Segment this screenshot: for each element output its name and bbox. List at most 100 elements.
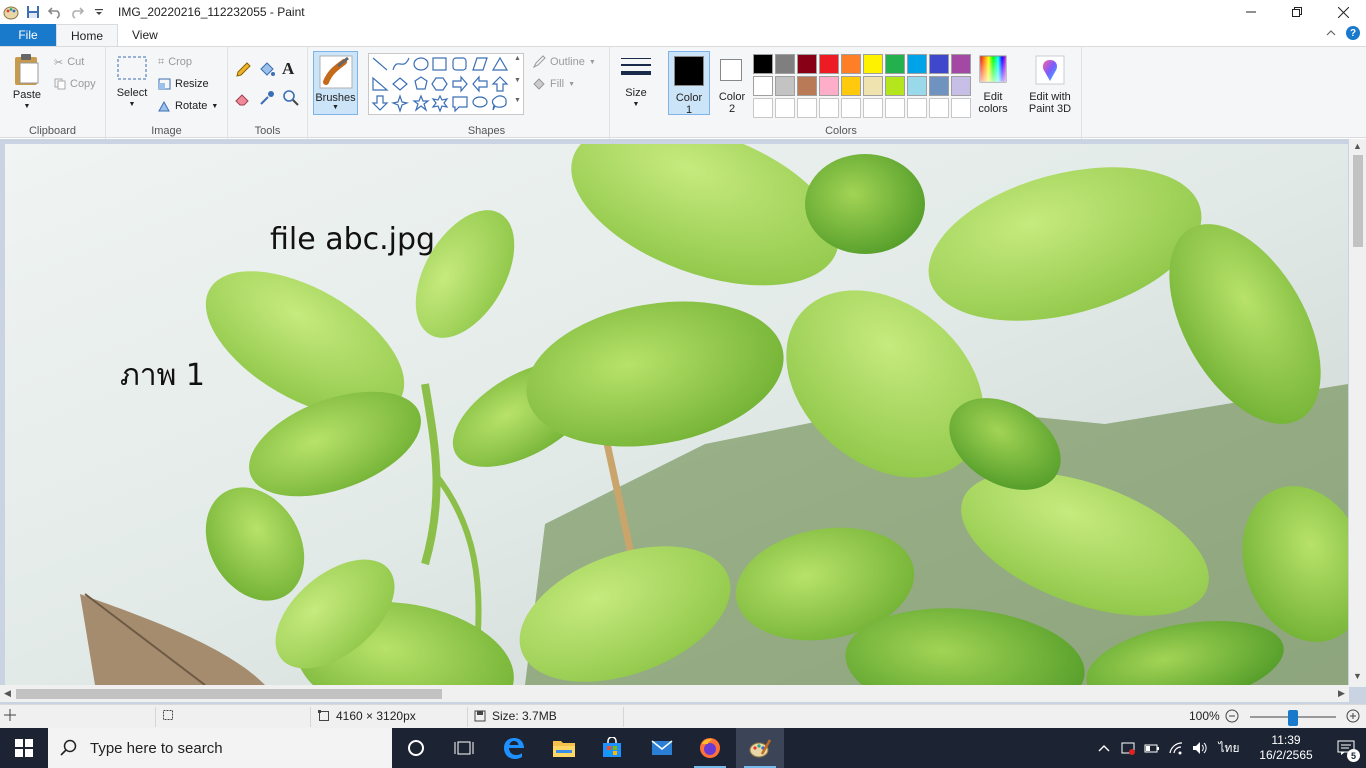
- mail-button[interactable]: [638, 728, 686, 768]
- paint-app-icon[interactable]: [2, 3, 20, 21]
- minimize-button[interactable]: [1228, 0, 1274, 24]
- palette-swatch[interactable]: [797, 54, 817, 74]
- tab-file[interactable]: File: [0, 24, 56, 46]
- palette-swatch[interactable]: [753, 76, 773, 96]
- image-canvas[interactable]: file abc.jpg ภาพ 1: [5, 144, 1348, 685]
- horizontal-scroll-thumb[interactable]: [16, 689, 442, 699]
- palette-swatch[interactable]: [841, 54, 861, 74]
- palette-custom-swatch[interactable]: [797, 98, 817, 118]
- scroll-up-icon[interactable]: ▲: [1353, 141, 1362, 151]
- palette-swatch[interactable]: [819, 76, 839, 96]
- fill-bucket-icon[interactable]: [258, 61, 280, 81]
- redo-icon[interactable]: [68, 3, 86, 21]
- palette-custom-swatch[interactable]: [775, 98, 795, 118]
- cortana-icon: [408, 740, 424, 756]
- paint-taskbar-button[interactable]: [736, 728, 784, 768]
- taskbar-search-box[interactable]: Type here to search: [48, 728, 392, 768]
- edit-colors-button[interactable]: Edit colors: [974, 51, 1012, 115]
- copy-button[interactable]: Copy: [54, 75, 96, 93]
- shapes-scroll-down-icon[interactable]: ▼: [514, 77, 521, 84]
- palette-swatch[interactable]: [863, 54, 883, 74]
- palette-custom-swatch[interactable]: [819, 98, 839, 118]
- scroll-right-icon[interactable]: ▶: [1338, 688, 1345, 699]
- brushes-button[interactable]: Brushes ▼: [313, 51, 358, 115]
- volume-tray-icon[interactable]: [1188, 728, 1212, 768]
- cut-button[interactable]: ✂ Cut: [54, 53, 84, 71]
- undo-icon[interactable]: [46, 3, 64, 21]
- palette-custom-swatch[interactable]: [841, 98, 861, 118]
- shapes-scroll-up-icon[interactable]: ▲: [514, 55, 521, 62]
- palette-swatch[interactable]: [841, 76, 861, 96]
- restore-button[interactable]: [1274, 0, 1320, 24]
- palette-swatch[interactable]: [885, 76, 905, 96]
- fill-button[interactable]: Fill ▼: [532, 75, 575, 93]
- paste-button[interactable]: Paste ▼: [8, 53, 46, 113]
- palette-swatch[interactable]: [775, 76, 795, 96]
- magnifier-icon[interactable]: [282, 89, 304, 109]
- minimize-ribbon-icon[interactable]: [1326, 26, 1336, 40]
- text-tool-icon[interactable]: A: [282, 59, 304, 79]
- cortana-button[interactable]: [392, 728, 440, 768]
- clock[interactable]: 11:39 16/2/2565: [1246, 733, 1326, 763]
- palette-custom-swatch[interactable]: [863, 98, 883, 118]
- eraser-icon[interactable]: [234, 89, 256, 109]
- edit-with-paint3d-button[interactable]: Edit with Paint 3D: [1020, 51, 1080, 115]
- resize-button[interactable]: Resize: [158, 75, 209, 93]
- palette-swatch[interactable]: [951, 76, 971, 96]
- palette-swatch[interactable]: [753, 54, 773, 74]
- zoom-out-button[interactable]: [1225, 709, 1239, 723]
- zoom-slider-thumb[interactable]: [1288, 710, 1298, 726]
- palette-swatch[interactable]: [907, 54, 927, 74]
- palette-custom-swatch[interactable]: [753, 98, 773, 118]
- task-view-button[interactable]: [440, 728, 488, 768]
- firefox-button[interactable]: [686, 728, 734, 768]
- shapes-expand-icon[interactable]: ▼: [514, 97, 521, 104]
- network-tray-icon[interactable]: [1164, 728, 1188, 768]
- select-button[interactable]: Select ▼: [114, 55, 150, 111]
- shapes-gallery[interactable]: [368, 53, 524, 115]
- security-tray-icon[interactable]: [1116, 728, 1140, 768]
- zoom-in-button[interactable]: [1346, 709, 1360, 723]
- palette-custom-swatch[interactable]: [951, 98, 971, 118]
- vertical-scrollbar[interactable]: ▲ ▼: [1349, 139, 1366, 687]
- customize-quick-access-icon[interactable]: [90, 3, 108, 21]
- palette-swatch[interactable]: [797, 76, 817, 96]
- file-explorer-button[interactable]: [540, 728, 588, 768]
- palette-custom-swatch[interactable]: [907, 98, 927, 118]
- color1-button[interactable]: Color 1: [668, 51, 710, 116]
- crop-button[interactable]: ⌗ Crop: [158, 53, 192, 71]
- palette-swatch[interactable]: [951, 54, 971, 74]
- color2-button[interactable]: Color 2: [712, 51, 752, 115]
- palette-swatch[interactable]: [907, 76, 927, 96]
- size-button[interactable]: Size ▼: [618, 55, 654, 111]
- palette-swatch[interactable]: [863, 76, 883, 96]
- palette-swatch[interactable]: [929, 54, 949, 74]
- scroll-down-icon[interactable]: ▼: [1353, 671, 1362, 681]
- outline-button[interactable]: Outline ▼: [532, 53, 596, 71]
- close-button[interactable]: [1320, 0, 1366, 24]
- action-center-button[interactable]: 5: [1326, 728, 1366, 768]
- tab-home[interactable]: Home: [56, 24, 119, 46]
- battery-tray-icon[interactable]: [1140, 728, 1164, 768]
- palette-custom-swatch[interactable]: [885, 98, 905, 118]
- palette-swatch[interactable]: [929, 76, 949, 96]
- pencil-icon[interactable]: [234, 61, 256, 81]
- palette-swatch[interactable]: [819, 54, 839, 74]
- input-language-button[interactable]: ไทย: [1212, 728, 1246, 768]
- palette-custom-swatch[interactable]: [929, 98, 949, 118]
- vertical-scroll-thumb[interactable]: [1353, 155, 1363, 247]
- palette-swatch[interactable]: [775, 54, 795, 74]
- show-hidden-icons-button[interactable]: [1092, 728, 1116, 768]
- color-picker-icon[interactable]: [258, 89, 280, 109]
- rotate-button[interactable]: Rotate ▼: [158, 97, 218, 115]
- palette-swatch[interactable]: [885, 54, 905, 74]
- tab-view[interactable]: View: [118, 24, 172, 46]
- microsoft-store-button[interactable]: [588, 728, 636, 768]
- edit-colors-label-2: colors: [978, 103, 1008, 115]
- start-button[interactable]: [0, 728, 48, 768]
- horizontal-scrollbar[interactable]: ◀ ▶: [0, 685, 1349, 702]
- scroll-left-icon[interactable]: ◀: [4, 688, 11, 699]
- edge-button[interactable]: [490, 728, 538, 768]
- save-icon[interactable]: [24, 3, 42, 21]
- help-icon[interactable]: ?: [1346, 26, 1360, 40]
